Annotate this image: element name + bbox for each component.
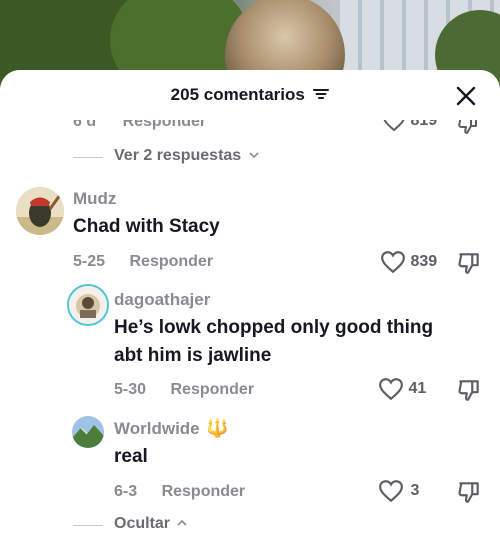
- comment-date: 5-30: [114, 381, 147, 398]
- filter-icon[interactable]: [313, 87, 330, 101]
- like-count: 839: [410, 253, 438, 271]
- view-replies-button[interactable]: Ver 2 respuestas: [114, 147, 260, 165]
- hide-replies-button[interactable]: Ocultar: [114, 515, 188, 533]
- like-count: 3: [410, 482, 420, 500]
- like-button[interactable]: 41: [378, 377, 426, 401]
- comment-meta: 6-3 Responder: [114, 483, 245, 501]
- heart-icon: [379, 480, 403, 503]
- comment-date: 6-3: [114, 483, 138, 500]
- chevron-down-icon: [249, 152, 259, 159]
- comment-username[interactable]: dagoathajer: [114, 290, 210, 310]
- comment-text: real: [114, 446, 148, 467]
- comment-text: Chad with Stacy: [73, 216, 220, 237]
- divider-line: [73, 525, 103, 526]
- comment-text-line1: He’s lowk chopped only good thing: [114, 317, 434, 338]
- hide-replies-label: Ocultar: [114, 515, 171, 532]
- comment-text-line2: abt him is jawline: [114, 345, 272, 366]
- heart-icon: [379, 378, 403, 401]
- reply-button[interactable]: Responder: [162, 483, 246, 500]
- avatar-image: [16, 187, 64, 235]
- comment-username[interactable]: Worldwide: [114, 419, 200, 438]
- comments-header: 205 comentarios: [0, 70, 500, 120]
- like-count: 41: [408, 380, 427, 398]
- like-button[interactable]: 3: [378, 479, 419, 503]
- avatar[interactable]: [67, 284, 109, 326]
- comment-meta: 5-30 Responder: [114, 381, 254, 399]
- dislike-icon[interactable]: [456, 250, 482, 276]
- chevron-up-icon: [177, 519, 188, 526]
- close-icon[interactable]: [454, 84, 478, 108]
- dislike-icon[interactable]: [456, 377, 482, 403]
- dislike-icon[interactable]: [456, 479, 482, 505]
- avatar-image: [72, 416, 104, 448]
- reply-button[interactable]: Responder: [170, 381, 254, 398]
- divider-line: [73, 157, 103, 158]
- avatar-image: [69, 286, 107, 324]
- heart-icon: [381, 251, 405, 274]
- avatar[interactable]: [16, 187, 64, 235]
- comments-title: 205 comentarios: [170, 85, 305, 104]
- trident-emoji: 🔱: [206, 418, 229, 438]
- avatar[interactable]: [72, 416, 104, 448]
- like-button[interactable]: 839: [380, 250, 437, 274]
- comment-date: 5-25: [73, 253, 106, 270]
- comment-username[interactable]: Mudz: [73, 189, 116, 209]
- comment-meta: 5-25 Responder: [73, 253, 213, 271]
- view-replies-label: Ver 2 respuestas: [114, 147, 242, 164]
- comment-header-row: Worldwide 🔱: [114, 418, 229, 439]
- comments-sheet: 6 d Responder 819 205 comentarios Ver 2 …: [0, 70, 500, 546]
- reply-button[interactable]: Responder: [129, 253, 213, 270]
